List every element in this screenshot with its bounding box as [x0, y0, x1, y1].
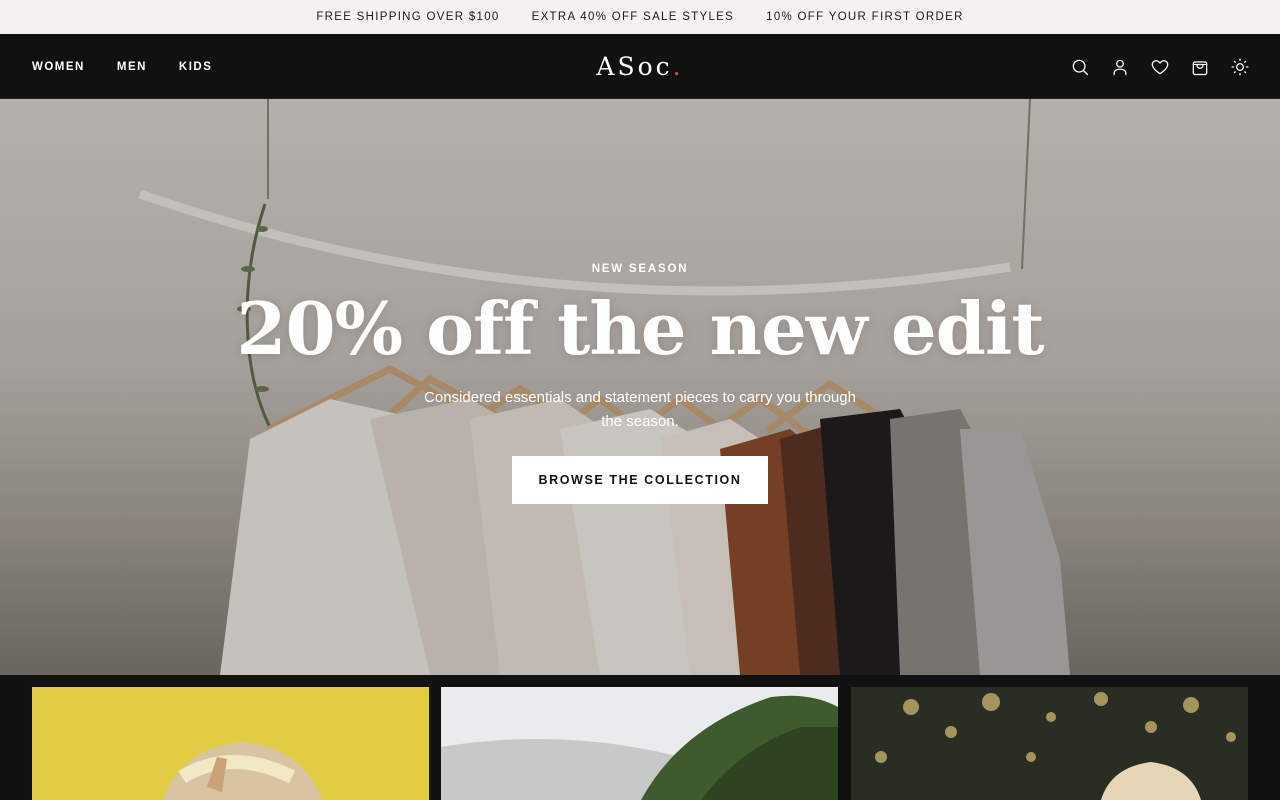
announcement-item[interactable]: EXTRA 40% OFF SALE STYLES	[532, 11, 735, 23]
category-tiles	[0, 675, 1280, 800]
search-icon[interactable]	[1070, 57, 1090, 77]
cart-icon[interactable]	[1190, 57, 1210, 77]
logo-name: ASoc	[596, 52, 673, 81]
hero-subtext: Considered essentials and statement piec…	[424, 389, 856, 430]
category-tile[interactable]	[32, 687, 429, 800]
tile-image	[851, 687, 1248, 800]
tile-image	[441, 687, 838, 800]
hero-eyebrow: NEW SEASON	[591, 263, 689, 275]
wishlist-icon[interactable]	[1150, 57, 1170, 77]
tile-image	[32, 687, 429, 800]
category-tile[interactable]	[851, 687, 1248, 800]
nav-kids[interactable]: KIDS	[179, 61, 212, 73]
site-header: WOMEN MEN KIDS ASoc.	[0, 34, 1280, 99]
announcement-item[interactable]: FREE SHIPPING OVER $100	[316, 11, 499, 23]
hero-content: NEW SEASON 20% off the new edit Consider…	[0, 99, 1280, 675]
nav-men[interactable]: MEN	[117, 61, 147, 73]
hero-headline: 20% off the new edit	[236, 286, 1044, 371]
account-icon[interactable]	[1110, 57, 1130, 77]
browse-collection-button[interactable]: BROWSE THE COLLECTION	[512, 456, 768, 504]
main-nav: WOMEN MEN KIDS	[32, 34, 212, 99]
logo-dot: .	[672, 52, 684, 81]
hero-banner: NEW SEASON 20% off the new edit Consider…	[0, 99, 1280, 675]
site-logo[interactable]: ASoc.	[596, 52, 683, 81]
theme-toggle-icon[interactable]	[1230, 57, 1250, 77]
header-icons	[1070, 34, 1250, 99]
announcement-item[interactable]: 10% OFF YOUR FIRST ORDER	[766, 11, 964, 23]
nav-women[interactable]: WOMEN	[32, 61, 85, 73]
announcement-bar: FREE SHIPPING OVER $100 EXTRA 40% OFF SA…	[0, 0, 1280, 34]
category-tile[interactable]	[441, 687, 838, 800]
